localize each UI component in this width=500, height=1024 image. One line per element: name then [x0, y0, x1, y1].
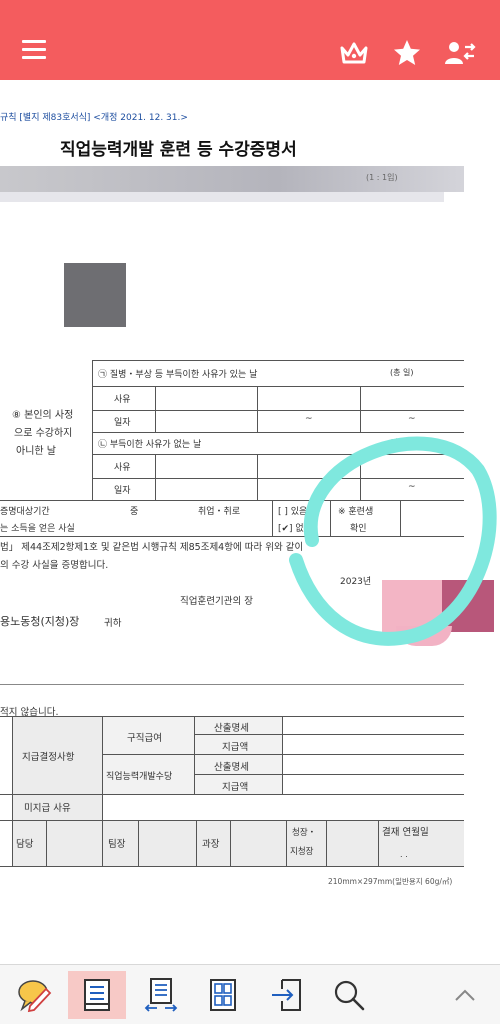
law-text: 의 수강 사실을 증명합니다. — [0, 560, 109, 571]
training-allowance: 직업능력개발수당 — [106, 772, 173, 782]
document-viewer[interactable]: 규칙 [별지 제83호서식] <개정 2021. 12. 31.> 직업능력개발… — [0, 80, 500, 964]
honorific: 귀하 — [104, 618, 122, 629]
highlight-circle-annotation — [289, 436, 497, 646]
crown-icon[interactable] — [338, 38, 370, 68]
hamburger-menu-icon[interactable] — [22, 40, 46, 60]
in-charge-label: 담당 — [16, 839, 34, 850]
bottom-toolbar — [0, 964, 500, 1024]
page-fit-width-icon[interactable] — [132, 971, 190, 1019]
chevron-up-icon[interactable] — [436, 971, 494, 1019]
law-text: 법」 제44조제2항제1호 및 같은법 시행규칙 제85조제4항에 따라 위와 … — [0, 542, 304, 553]
row-b-header: ㉡ 부득이한 사유가 없는 날 — [98, 440, 202, 450]
calc-detail: 산출명세 — [214, 762, 249, 773]
calc-detail: 산출명세 — [214, 723, 249, 734]
single-page-view-icon[interactable] — [68, 971, 126, 1019]
redaction-bar — [0, 192, 444, 202]
approval-date-label: 결재 연월일 — [382, 827, 429, 838]
document-title: 직업능력개발 훈련 등 수강증명서 — [60, 140, 297, 160]
search-icon[interactable] — [320, 971, 378, 1019]
during-label: 중 — [130, 507, 139, 517]
form-header: 규칙 [별지 제83호서식] <개정 2021. 12. 31.> — [0, 113, 188, 123]
institution-head: 직업훈련기관의 장 — [180, 596, 253, 607]
section-chief-label: 과장 — [202, 839, 220, 850]
payment-amount: 지급액 — [222, 782, 249, 793]
user-swap-icon[interactable] — [444, 38, 476, 68]
director-label: 지청장 — [290, 847, 314, 857]
date-label: 일자 — [114, 418, 131, 428]
employment-label: 취업・취로 — [198, 507, 241, 517]
page-label: (1 : 1입) — [366, 173, 398, 182]
decision-label: 지급결정사항 — [22, 752, 75, 763]
reason-label: 사유 — [114, 463, 131, 473]
date-label: 일자 — [114, 486, 131, 496]
section8-label: ⑧ 본인의 사정 — [12, 410, 74, 421]
star-icon[interactable] — [392, 38, 424, 68]
approval-date-dots: . . — [400, 850, 408, 859]
cert-period-label: 증명대상기간 — [0, 507, 50, 517]
row-a-total: (총 일) — [390, 368, 414, 377]
row-a-header: ㉠ 질병・부상 등 부득이한 사유가 있는 날 — [98, 370, 258, 380]
payment-amount: 지급액 — [222, 742, 249, 753]
paper-size-note: 210mm×297mm(일반용지 60g/㎡) — [328, 877, 453, 886]
unpaid-reason: 미지급 사유 — [24, 803, 71, 814]
top-app-bar — [0, 0, 500, 80]
reason-label: 사유 — [114, 395, 131, 405]
director-label: 청장・ — [292, 828, 317, 838]
team-leader-label: 팀장 — [108, 839, 126, 850]
memo-pen-icon[interactable] — [6, 971, 64, 1019]
section8-label: 으로 수강하지 — [14, 428, 73, 439]
thumbnail-grid-icon[interactable] — [194, 971, 252, 1019]
job-seeking-allowance: 구직급여 — [127, 733, 162, 744]
redacted-photo — [64, 263, 126, 327]
addressee: 용노동청(지청)장 — [0, 615, 80, 628]
go-to-page-icon[interactable] — [258, 971, 316, 1019]
section8-label: 아니한 날 — [16, 446, 56, 457]
income-label: 는 소득을 얻은 사실 — [0, 524, 75, 534]
